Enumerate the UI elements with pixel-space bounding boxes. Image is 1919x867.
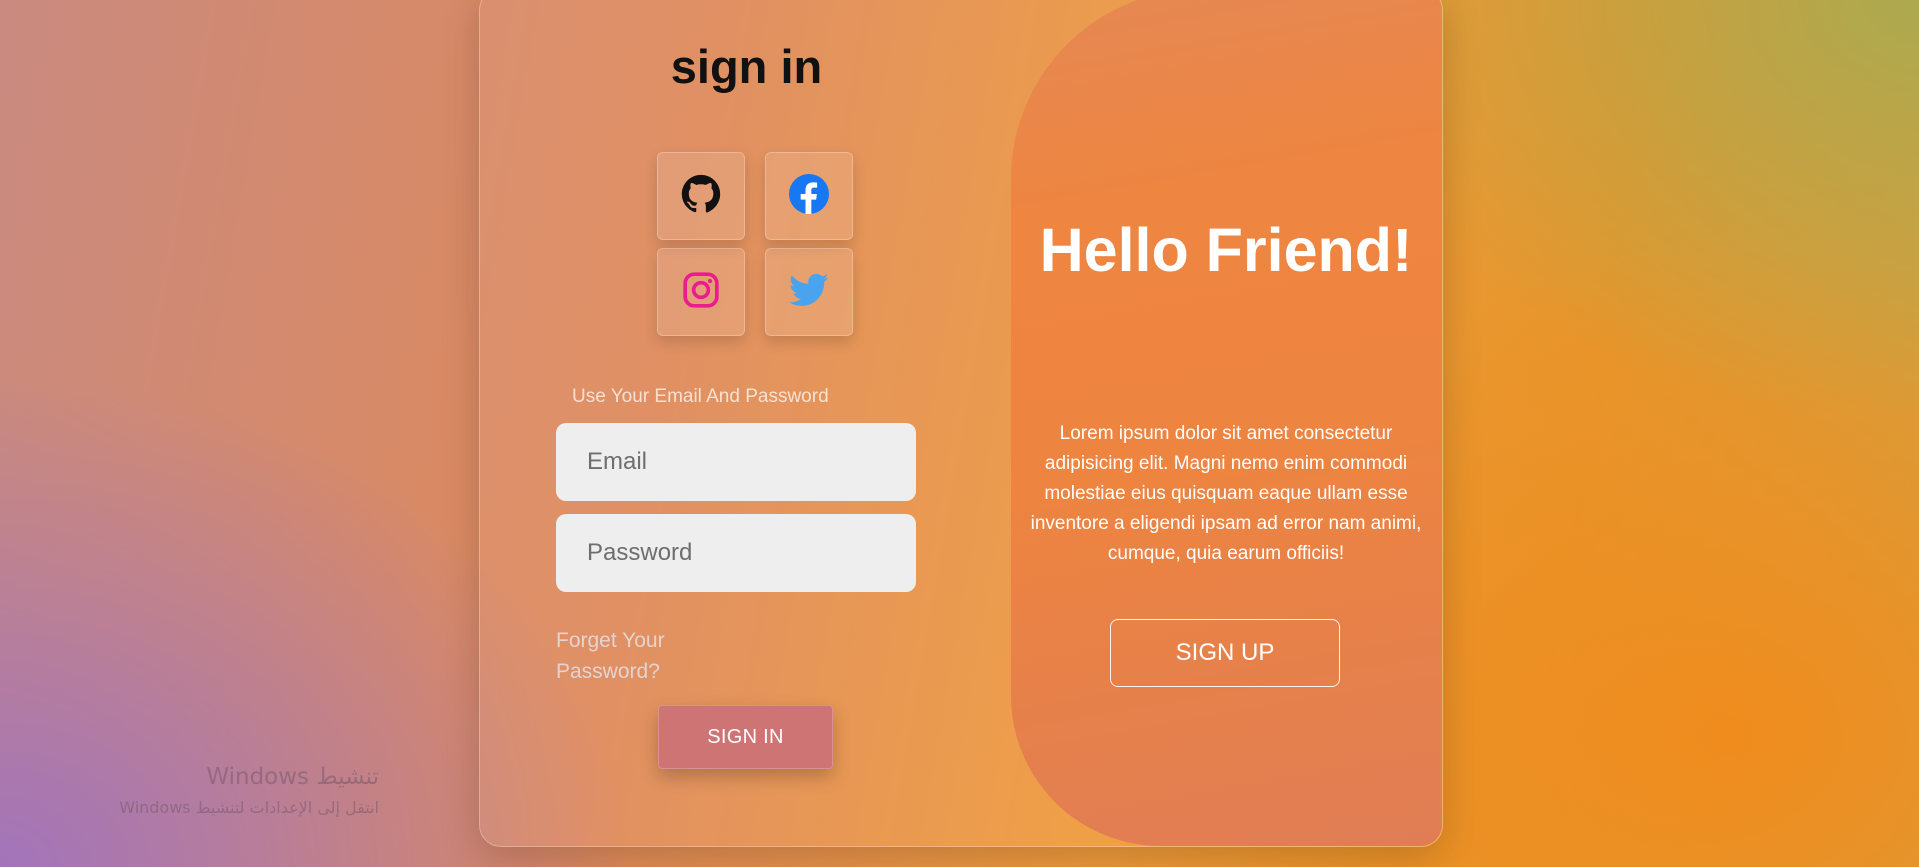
github-button[interactable]: [657, 152, 745, 240]
email-password-hint: Use Your Email And Password: [572, 386, 829, 407]
email-input[interactable]: [556, 423, 916, 501]
facebook-icon: [789, 173, 829, 219]
twitter-icon: [789, 270, 829, 315]
signup-button[interactable]: SIGN UP: [1110, 619, 1340, 687]
welcome-heading: Hello Friend!: [1039, 216, 1413, 284]
welcome-text: Lorem ipsum dolor sit amet consectetur a…: [1030, 423, 1422, 564]
windows-activation-subtitle: انتقل إلى الإعدادات لتنشيط Windows: [119, 798, 379, 817]
instagram-button[interactable]: [657, 248, 745, 336]
password-input[interactable]: [556, 514, 916, 592]
signin-title: sign in: [670, 40, 823, 93]
windows-activation-title: تنشيط Windows: [206, 764, 379, 790]
facebook-button[interactable]: [765, 152, 853, 240]
auth-card: sign in Use Your Email And Password Forg…: [479, 0, 1443, 847]
instagram-icon: [681, 270, 721, 315]
signin-button[interactable]: SIGN IN: [658, 705, 833, 769]
signin-section: sign in Use Your Email And Password Forg…: [480, 0, 1020, 846]
forgot-password-link[interactable]: Forget Your Password?: [556, 625, 716, 687]
github-icon: [681, 174, 721, 219]
twitter-button[interactable]: [765, 248, 853, 336]
welcome-panel: Hello Friend! Lorem ipsum dolor sit amet…: [1011, 0, 1442, 846]
